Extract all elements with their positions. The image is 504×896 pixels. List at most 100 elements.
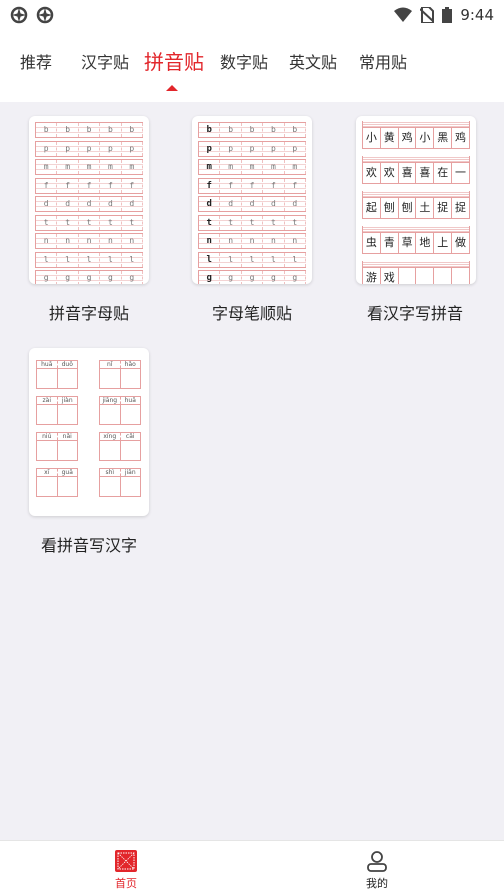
pinyin-syllable: duǒ bbox=[61, 361, 73, 368]
practice-cell: g bbox=[220, 271, 242, 284]
pinyin-syllable: nǎi bbox=[62, 433, 72, 440]
tab-pinyin[interactable]: 拼音贴 bbox=[144, 46, 204, 75]
copybook-card-hanzi-to-pinyin[interactable]: 小黄鸡小黑鸡欢欢喜喜在一起刨刨土捉捉虫青草地上做游戏 bbox=[356, 116, 476, 284]
practice-cell: f bbox=[79, 178, 101, 193]
notification-icon bbox=[36, 6, 54, 24]
tab-numbers[interactable]: 数字贴 bbox=[220, 49, 268, 73]
card-title[interactable]: 拼音字母贴 bbox=[9, 300, 169, 324]
practice-row: fffff bbox=[35, 177, 144, 194]
status-right: 9:44 bbox=[394, 6, 494, 24]
practice-row: 游戏 bbox=[362, 267, 470, 284]
practice-cell: 戏 bbox=[381, 268, 399, 284]
card-title[interactable]: 看汉字写拼音 bbox=[335, 300, 495, 324]
hanzi-grid bbox=[36, 477, 78, 497]
practice-cell: p bbox=[35, 141, 58, 156]
practice-cell: 鸡 bbox=[455, 131, 467, 144]
practice-cell: 土 bbox=[416, 198, 435, 218]
practice-cell: f bbox=[220, 178, 242, 193]
pinyin-practice-block: xíng cǎi bbox=[99, 432, 141, 461]
practice-cell: g bbox=[263, 271, 285, 284]
practice-row: nnnnn bbox=[35, 233, 144, 249]
tab-hanzi[interactable]: 汉字贴 bbox=[81, 49, 129, 73]
tab-english[interactable]: 英文贴 bbox=[289, 49, 337, 73]
practice-cell: n bbox=[242, 234, 264, 248]
practice-row: ddddd bbox=[35, 196, 144, 212]
practice-row: ddddd bbox=[198, 196, 307, 212]
practice-cell: t bbox=[263, 215, 285, 230]
pinyin-practice-block: xī guā bbox=[36, 468, 78, 497]
wifi-icon bbox=[394, 7, 413, 22]
nav-home-label: 首页 bbox=[115, 877, 137, 890]
practice-cell: l bbox=[198, 252, 221, 267]
practice-cell: t bbox=[100, 215, 122, 230]
pinyin-practice-block: niú nǎi bbox=[36, 432, 78, 461]
pinyin-line: xíng cǎi bbox=[99, 432, 141, 441]
pinyin-syllable: cǎi bbox=[125, 433, 135, 440]
practice-cell: b bbox=[198, 123, 221, 137]
practice-cell: g bbox=[285, 271, 307, 284]
tab-common[interactable]: 常用贴 bbox=[359, 49, 407, 73]
practice-cell: l bbox=[100, 252, 122, 267]
nav-home[interactable]: 首页 bbox=[96, 849, 156, 891]
practice-cell: 青 bbox=[381, 233, 399, 253]
pinyin-syllable: jiàn bbox=[61, 397, 73, 404]
practice-cell: p bbox=[122, 141, 144, 156]
practice-row: ttttt bbox=[198, 214, 307, 231]
copybook-card-pinyin-letters[interactable]: bbbbbpppppmmmmmfffffdddddtttttnnnnnlllll… bbox=[29, 116, 149, 284]
nav-mine-label: 我的 bbox=[366, 877, 388, 890]
practice-row: mmmmm bbox=[35, 159, 144, 175]
pinyin-line: huā duǒ bbox=[36, 360, 78, 369]
practice-cell: p bbox=[57, 141, 79, 156]
practice-cell: 刨 bbox=[399, 198, 417, 218]
practice-cell: n bbox=[122, 234, 144, 248]
copybook-card-pinyin-to-hanzi[interactable]: huā duǒ nǐ hǎo zài jiàn jiāng huā niú nǎi xíng cǎi x… bbox=[29, 348, 149, 516]
practice-cell: f bbox=[122, 178, 144, 193]
copybook-preview: 小黄鸡小黑鸡欢欢喜喜在一起刨刨土捉捉虫青草地上做游戏 bbox=[362, 121, 470, 284]
practice-cell: m bbox=[198, 160, 221, 174]
pinyin-syllable: nǐ bbox=[100, 361, 121, 368]
practice-cell: m bbox=[220, 160, 242, 174]
practice-cell: d bbox=[285, 197, 307, 211]
practice-cell: 一 bbox=[455, 166, 467, 179]
card-title[interactable]: 看拼音写汉字 bbox=[9, 532, 169, 556]
practice-cell: 做 bbox=[455, 236, 467, 249]
practice-cell bbox=[452, 268, 469, 284]
practice-cell: f bbox=[57, 178, 79, 193]
pinyin-syllable: zài bbox=[37, 397, 58, 404]
practice-row: lllll bbox=[35, 251, 144, 268]
battery-icon bbox=[442, 7, 453, 23]
pinyin-line: jiāng huā bbox=[99, 396, 141, 405]
practice-cell: 黑 bbox=[434, 128, 453, 148]
practice-cell: m bbox=[263, 160, 285, 174]
practice-cell: m bbox=[122, 160, 144, 174]
practice-cell: 黄 bbox=[381, 128, 399, 148]
practice-cell: 喜 bbox=[416, 163, 435, 183]
status-bar: 9:44 bbox=[0, 0, 504, 30]
practice-cell: m bbox=[35, 160, 58, 174]
practice-cell: n bbox=[79, 234, 101, 248]
copybook-preview: bbbbbpppppmmmmmfffffdddddtttttnnnnnlllll… bbox=[198, 122, 307, 284]
copybook-card-letter-strokes[interactable]: bbbbbpppppmmmmmfffffdddddtttttnnnnnlllll… bbox=[192, 116, 312, 284]
pinyin-line: xī guā bbox=[36, 468, 78, 477]
practice-cell: p bbox=[220, 141, 242, 156]
practice-cell: g bbox=[122, 271, 144, 284]
practice-cell: t bbox=[220, 215, 242, 230]
practice-cell: d bbox=[198, 197, 221, 211]
hanzi-grid bbox=[99, 369, 141, 389]
pinyin-syllable: guā bbox=[61, 469, 73, 476]
practice-cell: p bbox=[100, 141, 122, 156]
pinyin-syllable: huā bbox=[37, 361, 58, 368]
practice-row: bbbbb bbox=[198, 122, 307, 138]
pinyin-syllable: hǎo bbox=[124, 361, 136, 368]
practice-row: ttttt bbox=[35, 214, 144, 231]
practice-cell: t bbox=[242, 215, 264, 230]
nav-mine[interactable]: 我的 bbox=[347, 849, 407, 891]
tab-recommend[interactable]: 推荐 bbox=[20, 49, 52, 73]
practice-cell: b bbox=[242, 123, 264, 137]
card-title[interactable]: 字母笔顺贴 bbox=[172, 300, 332, 324]
practice-cell: 游 bbox=[363, 268, 381, 284]
hanzi-grid bbox=[36, 441, 78, 461]
pinyin-line: nǐ hǎo bbox=[99, 360, 141, 369]
practice-row: ggggg bbox=[198, 270, 307, 284]
practice-row: bbbbb bbox=[35, 122, 144, 138]
